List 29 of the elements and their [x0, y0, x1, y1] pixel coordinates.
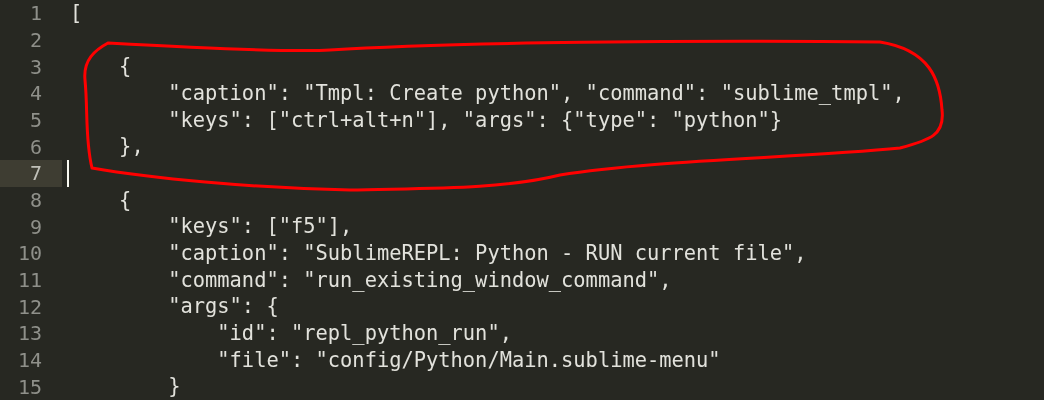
line-number: 8 [28, 186, 43, 214]
code-line: { [118, 53, 132, 81]
code-line: "keys": ["ctrl+alt+n"], "args": {"type": "python"} [167, 106, 783, 134]
line-number: 15 [16, 373, 43, 400]
line-number: 4 [28, 80, 43, 107]
line-number: 3 [28, 53, 43, 80]
line-number: 12 [16, 293, 43, 320]
line-number: 7 [0, 159, 62, 187]
line-number: 6 [28, 133, 43, 160]
line-number: 10 [16, 240, 43, 267]
code-line: "command": "run_existing_window_command", [167, 266, 672, 294]
line-number: 5 [28, 106, 43, 134]
code-line: "caption": "SublimeREPL: Python - RUN current file", [167, 239, 807, 267]
code-line: "id": "repl_python_run", [216, 319, 512, 347]
line-number: 1 [28, 0, 43, 27]
line-number: 9 [28, 213, 43, 240]
line-number: 11 [16, 266, 43, 294]
code-line: "keys": ["f5"], [167, 213, 353, 241]
code-line: "caption": "Tmpl: Create python", "command": "sublime_tmpl", [167, 80, 905, 107]
text-cursor [67, 159, 69, 187]
line-number: 2 [28, 27, 43, 54]
line-number: 13 [16, 320, 43, 347]
code-line: "file": "config/Python/Main.sublime-menu" [216, 346, 721, 374]
line-number: 14 [16, 346, 43, 374]
code-line: "args": { [167, 293, 279, 321]
code-line: { [118, 186, 132, 214]
code-line: [ [70, 0, 83, 28]
code-line: }, [118, 133, 144, 161]
code-line: } [167, 373, 181, 400]
